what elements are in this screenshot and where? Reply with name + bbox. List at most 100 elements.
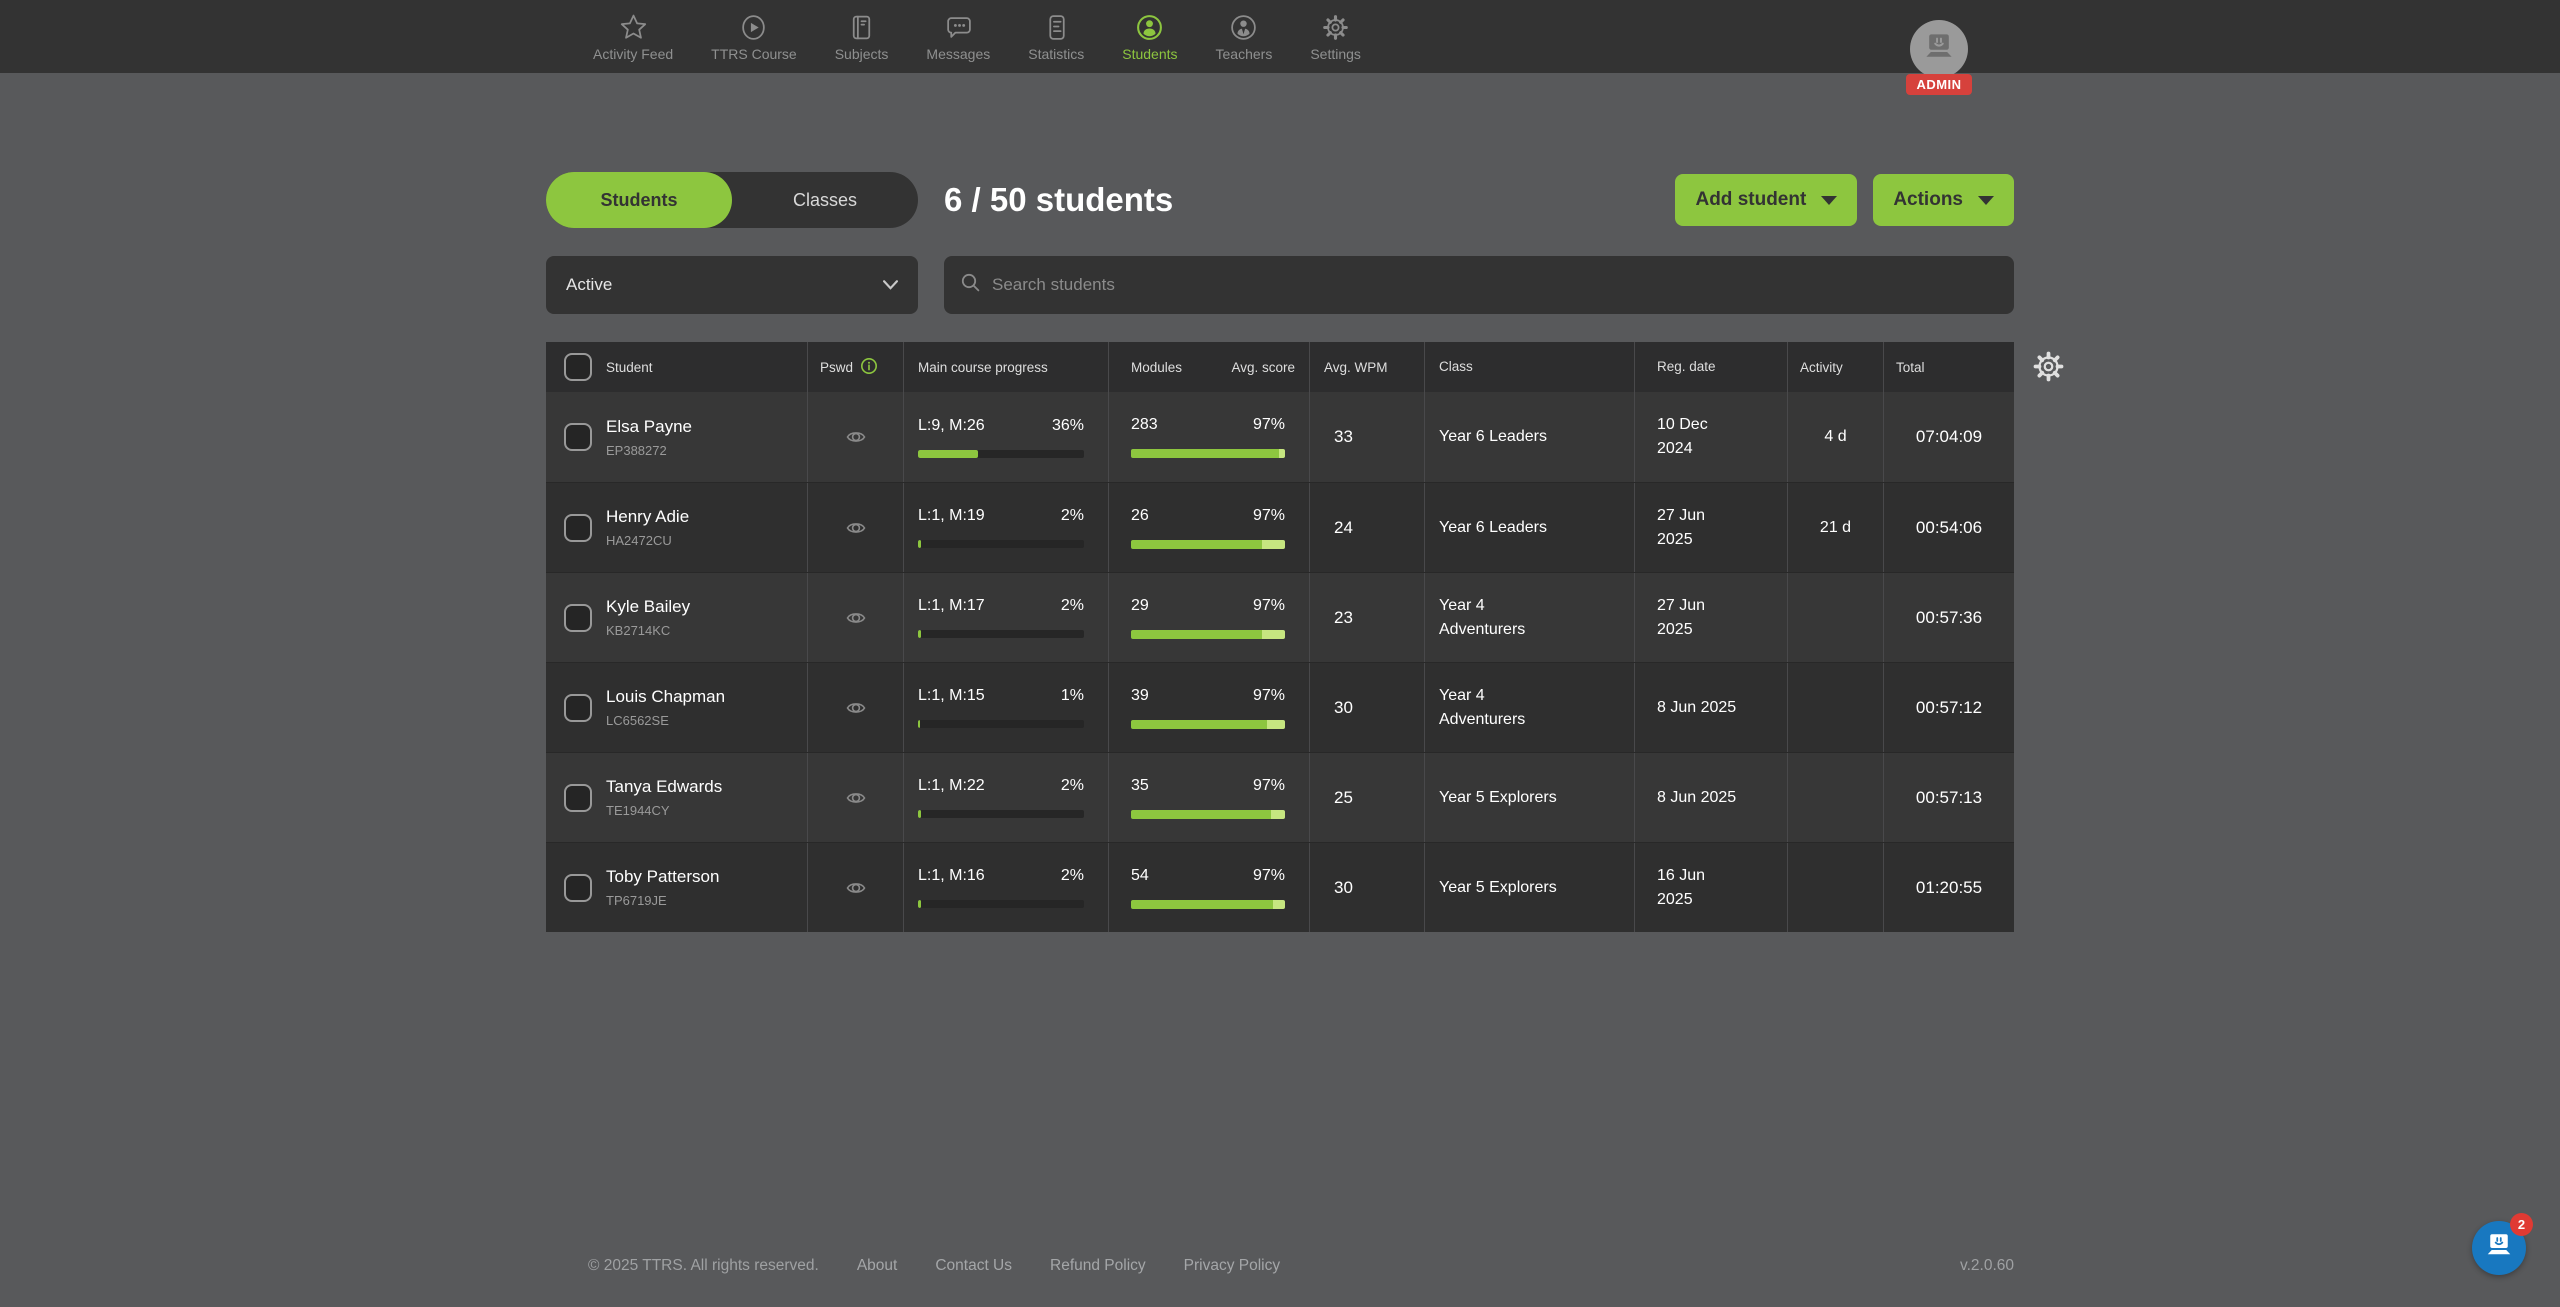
status-filter-select[interactable]: Active (546, 256, 918, 314)
activity-value (1788, 843, 1884, 932)
class-value: Year 6 Leaders (1425, 483, 1635, 572)
nav-label: Subjects (835, 46, 889, 62)
avg-wpm-value: 30 (1310, 663, 1425, 752)
student-id: KB2714KC (606, 623, 690, 638)
table-settings-gear-icon[interactable] (2031, 349, 2066, 389)
progress-percent: 2% (1061, 507, 1084, 525)
nav-item-statistics[interactable]: Statistics (1009, 0, 1103, 73)
student-name[interactable]: Henry Adie (606, 507, 689, 527)
row-checkbox[interactable] (564, 784, 592, 812)
progress-percent: 2% (1061, 597, 1084, 615)
footer-link-contact-us[interactable]: Contact Us (935, 1257, 1012, 1275)
eye-icon[interactable] (841, 697, 871, 719)
activity-value (1788, 663, 1884, 752)
play-circle-icon (739, 13, 768, 42)
chat-bubble-icon (944, 13, 973, 42)
total-time-value: 00:54:06 (1884, 483, 2014, 572)
eye-icon[interactable] (841, 426, 871, 448)
tab-classes[interactable]: Classes (732, 172, 918, 228)
header-progress: Main course progress (918, 360, 1048, 375)
student-id: TE1944CY (606, 803, 722, 818)
avg-score-percent: 97% (1253, 507, 1285, 525)
course-level: L:1, M:15 (918, 687, 985, 705)
course-level: L:1, M:19 (918, 507, 985, 525)
footer-link-privacy-policy[interactable]: Privacy Policy (1184, 1257, 1280, 1275)
modules-count: 35 (1131, 777, 1149, 795)
modules-count: 39 (1131, 687, 1149, 705)
progress-percent: 36% (1052, 417, 1084, 435)
info-icon[interactable] (860, 357, 878, 378)
reg-date-value: 8 Jun 2025 (1635, 663, 1788, 752)
nav-item-settings[interactable]: Settings (1291, 0, 1380, 73)
student-name[interactable]: Kyle Bailey (606, 597, 690, 617)
chat-support-button[interactable]: 2 (2472, 1221, 2526, 1275)
row-checkbox[interactable] (564, 694, 592, 722)
nav-item-messages[interactable]: Messages (907, 0, 1009, 73)
nav-item-ttrs-course[interactable]: TTRS Course (692, 0, 816, 73)
student-id: TP6719JE (606, 893, 719, 908)
avg-wpm-value: 33 (1310, 392, 1425, 482)
footer-link-about[interactable]: About (857, 1257, 898, 1275)
student-name[interactable]: Louis Chapman (606, 687, 725, 707)
eye-icon[interactable] (841, 787, 871, 809)
gear-icon (1321, 13, 1350, 42)
progress-percent: 2% (1061, 777, 1084, 795)
avg-score-percent: 97% (1253, 687, 1285, 705)
search-bar (944, 256, 2014, 314)
avg-wpm-value: 30 (1310, 843, 1425, 932)
table-header-row: Student Pswd Main course progress Module… (546, 342, 2014, 392)
nav-item-students[interactable]: Students (1103, 0, 1196, 73)
student-name[interactable]: Elsa Payne (606, 417, 692, 437)
row-checkbox[interactable] (564, 423, 592, 451)
progress-bar (918, 450, 1084, 458)
actions-label: Actions (1893, 189, 1963, 211)
progress-bar (918, 810, 1084, 818)
header-avg-score: Avg. score (1231, 360, 1295, 375)
students-table: Student Pswd Main course progress Module… (546, 342, 2014, 932)
row-checkbox[interactable] (564, 514, 592, 542)
page-title: 6 / 50 students (944, 181, 1173, 219)
navbar-inner: Activity Feed TTRS Course Subjects Messa… (546, 0, 2014, 73)
progress-bar (918, 540, 1084, 548)
student-name[interactable]: Tanya Edwards (606, 777, 722, 797)
search-icon (960, 272, 981, 298)
footer: © 2025 TTRS. All rights reserved. About … (546, 1257, 2014, 1275)
reg-date-value: 8 Jun 2025 (1635, 753, 1788, 842)
copyright-text: © 2025 TTRS. All rights reserved. (588, 1257, 819, 1275)
tab-students[interactable]: Students (546, 172, 732, 228)
add-student-button[interactable]: Add student (1675, 174, 1857, 226)
main-content: Students Classes 6 / 50 students Add stu… (546, 172, 2014, 932)
search-input[interactable] (992, 275, 1998, 295)
footer-link-refund-policy[interactable]: Refund Policy (1050, 1257, 1146, 1275)
select-all-checkbox[interactable] (564, 353, 592, 381)
eye-icon[interactable] (841, 517, 871, 539)
admin-avatar[interactable]: ADMIN (1900, 20, 1978, 95)
nav-label: Students (1122, 46, 1177, 62)
header-student: Student (606, 360, 653, 375)
eye-icon[interactable] (841, 607, 871, 629)
avg-wpm-value: 23 (1310, 573, 1425, 662)
eye-icon[interactable] (841, 877, 871, 899)
row-checkbox[interactable] (564, 604, 592, 632)
nav-item-activity-feed[interactable]: Activity Feed (574, 0, 692, 73)
student-name[interactable]: Toby Patterson (606, 867, 719, 887)
actions-button[interactable]: Actions (1873, 174, 2014, 226)
avg-wpm-value: 24 (1310, 483, 1425, 572)
chevron-down-icon (1821, 196, 1837, 205)
score-bar (1131, 720, 1285, 729)
nav-label: Messages (926, 46, 990, 62)
nav-item-teachers[interactable]: Teachers (1197, 0, 1292, 73)
table-row: Toby Patterson TP6719JE L:1, M:162% 5497… (546, 842, 2014, 932)
header-modules: Modules (1131, 360, 1182, 375)
status-filter-value: Active (566, 275, 612, 295)
row-checkbox[interactable] (564, 874, 592, 902)
table-row: Kyle Bailey KB2714KC L:1, M:172% 2997% 2… (546, 572, 2014, 662)
table-row: Henry Adie HA2472CU L:1, M:192% 2697% 24… (546, 482, 2014, 572)
class-value: Year 4 Adventurers (1425, 663, 1635, 752)
class-value: Year 5 Explorers (1425, 753, 1635, 842)
course-level: L:9, M:26 (918, 417, 985, 435)
total-time-value: 07:04:09 (1884, 392, 2014, 482)
nav-item-subjects[interactable]: Subjects (816, 0, 908, 73)
avg-score-percent: 97% (1253, 777, 1285, 795)
class-value: Year 4 Adventurers (1425, 573, 1635, 662)
